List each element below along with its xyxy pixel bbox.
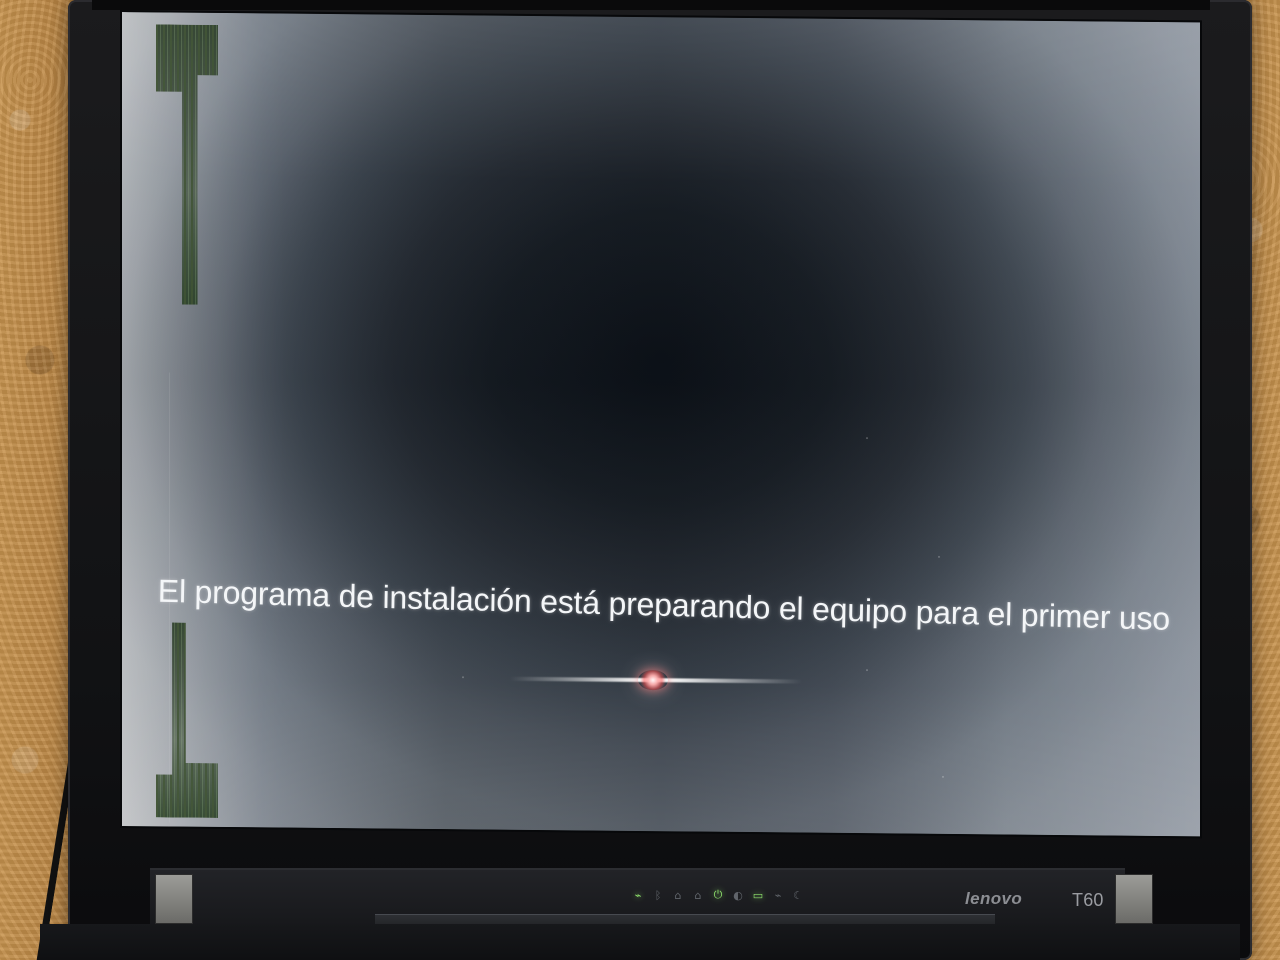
wifi-icon: ⌁: [634, 888, 642, 902]
model-label: T60: [1072, 890, 1104, 910]
keyboard-edge: [40, 924, 1240, 960]
drive-icon: ⌂: [674, 888, 682, 902]
standby-icon: ◐: [733, 888, 743, 902]
battery-icon: ▭: [752, 888, 764, 902]
top-bezel-edge: [92, 0, 1210, 10]
progress-glow-core: [638, 669, 668, 691]
laptop-screen: El programa de instalación está preparan…: [120, 10, 1202, 839]
brand-logo: lenovo: [965, 889, 1023, 908]
screen-speck: [942, 775, 944, 778]
display-artifact-top: [156, 24, 218, 305]
screen-tint: [122, 12, 1200, 837]
right-hinge: [1115, 874, 1153, 924]
screen-speck: [866, 437, 868, 440]
power-icon: ⏻: [713, 888, 723, 901]
setup-message: El programa de instalación está preparan…: [157, 572, 1171, 637]
screen-speck: [462, 676, 464, 679]
drive-icon: ⌂: [694, 888, 702, 902]
status-indicator-strip: ⌁ ᛒ ⌂ ⌂ ⏻ ◐ ▭ ⌁ ☾: [620, 884, 858, 906]
left-hinge: [155, 874, 193, 924]
display-artifact-bottom: [156, 622, 218, 818]
plug-icon: ⌁: [774, 888, 782, 902]
progress-indicator: [510, 666, 802, 695]
bluetooth-icon: ᛒ: [654, 888, 662, 902]
moon-icon: ☾: [793, 888, 803, 902]
screen-speck: [866, 669, 868, 672]
screen-speck: [938, 555, 940, 558]
